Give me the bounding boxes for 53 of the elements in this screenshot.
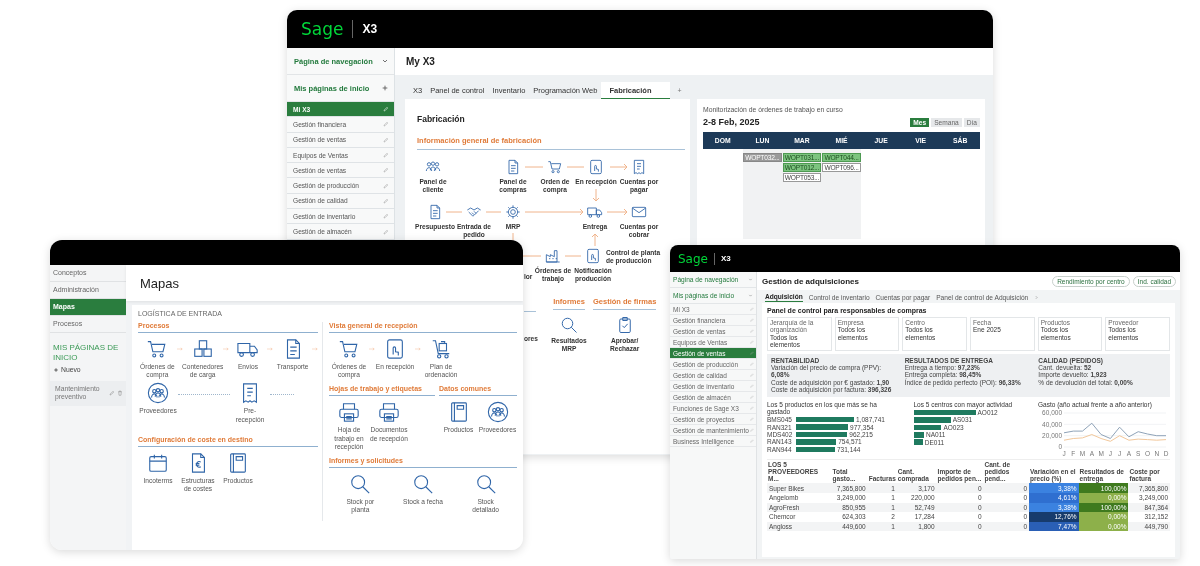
connector-line [445, 211, 463, 213]
product-name: X3 [362, 22, 378, 36]
product-name: X3 [721, 254, 731, 263]
tablet-icon[interactable] [585, 248, 601, 264]
date-range: 2-8 Feb, 2025 [703, 117, 760, 127]
arrow-icon [369, 346, 375, 352]
connector-arrow [592, 188, 600, 202]
hand-truck-icon[interactable] [430, 338, 452, 360]
cart-icon[interactable] [547, 159, 563, 175]
connector-line [524, 166, 544, 168]
envelope-icon[interactable] [631, 204, 647, 220]
plus-icon[interactable] [381, 84, 389, 92]
printer-icon[interactable] [338, 401, 360, 424]
connector-arrow [524, 208, 584, 216]
people-icon[interactable] [486, 401, 509, 424]
cart-icon[interactable] [338, 338, 360, 360]
document-icon[interactable] [505, 159, 521, 175]
connector-arrow [609, 163, 628, 171]
search-icon[interactable] [412, 473, 434, 496]
home-pages-title: MIS PÁGINAS DE INICIO [52, 342, 120, 364]
search-icon[interactable] [474, 473, 497, 496]
search-icon[interactable] [560, 316, 578, 334]
arrow-icon [267, 346, 274, 352]
book-icon[interactable] [227, 451, 249, 474]
connector-arrow [606, 208, 628, 216]
receipt-icon[interactable] [631, 159, 647, 175]
printer-icon[interactable] [378, 401, 400, 424]
connector-line [564, 255, 582, 257]
arrow-icon [312, 346, 318, 352]
connector-arrow [591, 233, 599, 247]
people-icon[interactable] [147, 382, 169, 405]
connector-line [485, 211, 502, 213]
trash-icon[interactable] [117, 390, 123, 397]
logo: Sage [678, 251, 708, 266]
truck-icon[interactable] [587, 204, 603, 220]
logo: Sage [301, 19, 344, 39]
card-title: Fabricación [417, 114, 465, 124]
arrow-icon [415, 346, 421, 352]
tablet-icon[interactable] [384, 338, 406, 360]
tablet-icon[interactable] [588, 159, 604, 175]
connector-line [566, 166, 585, 168]
plus-icon [53, 366, 59, 373]
page-title: Mapas [140, 275, 180, 291]
chevron-down-icon[interactable] [381, 57, 389, 65]
page-title: Gestión de adquisiciones [762, 276, 859, 286]
factory-icon[interactable] [545, 248, 561, 264]
arrow-icon [176, 346, 183, 352]
search-icon[interactable] [349, 473, 372, 496]
page-title: My X3 [406, 56, 435, 67]
arrow-icon [222, 346, 229, 352]
boxes-icon[interactable] [191, 338, 214, 360]
document-icon[interactable] [427, 204, 443, 220]
gear-icon[interactable] [505, 204, 521, 220]
